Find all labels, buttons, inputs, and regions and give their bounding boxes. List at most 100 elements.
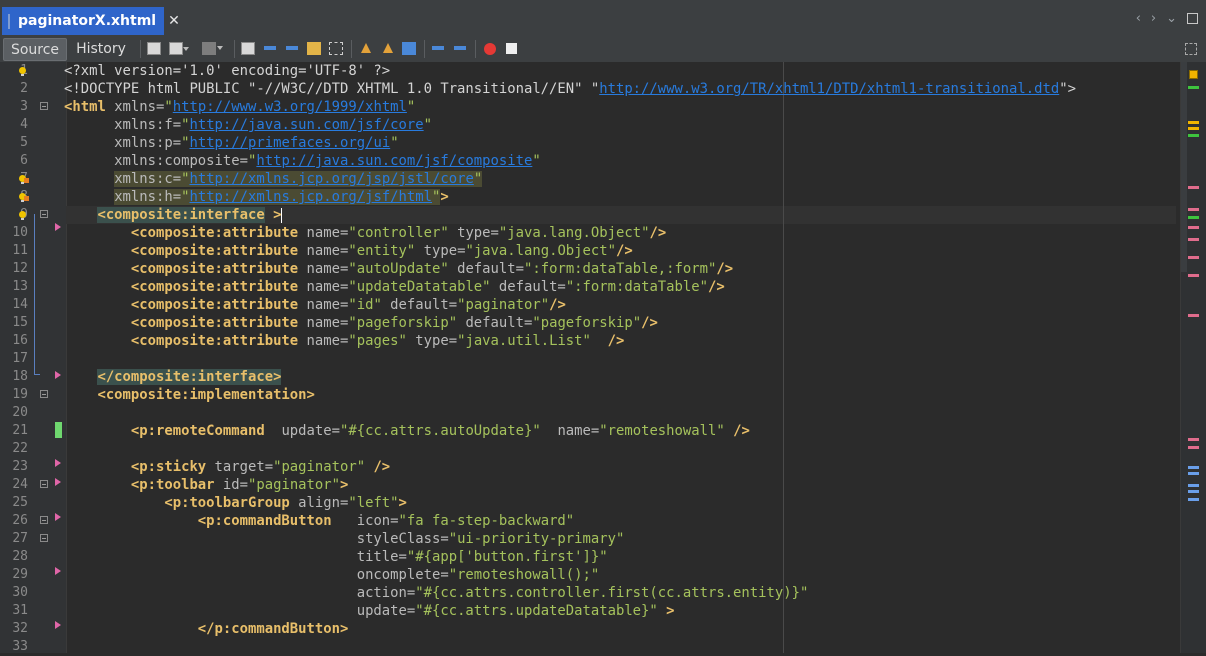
code-token: <p:remoteCommand <box>64 423 265 439</box>
occurrence-stripe-marker[interactable] <box>1188 484 1199 487</box>
find-previous-icon[interactable] <box>263 42 277 55</box>
maximize-icon[interactable] <box>1187 13 1198 24</box>
code-line[interactable]: xmlns:f="http://java.sun.com/jsf/core" <box>64 116 432 134</box>
warning-bulb-icon[interactable] <box>19 175 29 184</box>
error-stripe-marker[interactable] <box>1188 274 1199 277</box>
code-line[interactable]: styleClass="ui-priority-primary" <box>64 530 625 548</box>
error-stripe-marker[interactable] <box>1188 256 1199 259</box>
code-line[interactable]: xmlns:composite= "http://java.sun.com/jsf… <box>64 152 541 170</box>
tab-paginatorx-xhtml[interactable]: paginatorX.xhtml ✕ <box>2 7 180 35</box>
change-stripe-marker[interactable] <box>1188 134 1199 137</box>
last-edit-icon[interactable] <box>147 42 161 55</box>
error-stripe-marker[interactable] <box>1188 314 1199 317</box>
error-marker-icon[interactable] <box>55 223 61 231</box>
fold-collapse-icon[interactable] <box>40 480 48 488</box>
close-icon[interactable]: ✕ <box>168 13 180 29</box>
code-line[interactable]: <html xmlns="http://www.w3.org/1999/xhtm… <box>64 98 415 116</box>
code-line[interactable]: action="#{cc.attrs.controller.first(cc.a… <box>64 584 809 602</box>
vertical-scrollbar-thumb[interactable] <box>1181 62 1187 272</box>
error-stripe-marker[interactable] <box>1188 438 1199 441</box>
code-line[interactable]: <p:toolbarGroup align="left"> <box>64 494 407 512</box>
code-token: name= <box>298 297 349 313</box>
expand-toolbar-icon[interactable] <box>1185 43 1197 55</box>
code-line[interactable]: <composite:interface > <box>64 206 283 224</box>
fold-collapse-icon[interactable] <box>40 210 48 218</box>
shift-right-icon[interactable] <box>453 42 467 55</box>
hint-bulb-icon[interactable] <box>19 67 26 76</box>
start-macro-recording-icon[interactable] <box>484 43 496 55</box>
error-marker-icon[interactable] <box>55 371 61 379</box>
code-token: type= <box>448 225 499 241</box>
occurrence-stripe-marker[interactable] <box>1188 472 1199 475</box>
change-marker[interactable] <box>55 422 62 438</box>
occurrence-stripe-marker[interactable] <box>1188 466 1199 469</box>
code-line[interactable]: <composite:attribute name="pages" type="… <box>64 332 624 350</box>
change-stripe-marker[interactable] <box>1188 216 1199 219</box>
warning-status-icon[interactable] <box>1189 70 1198 79</box>
code-line[interactable]: xmlns:h="http://xmlns.jcp.org/jsf/html"> <box>64 188 449 206</box>
source-button[interactable]: Source <box>3 38 67 61</box>
fold-collapse-icon[interactable] <box>40 516 48 524</box>
code-line[interactable]: title="#{app['button.first']}" <box>64 548 608 566</box>
shift-left-icon[interactable] <box>431 42 445 55</box>
code-line[interactable]: <composite:implementation> <box>64 386 314 404</box>
change-stripe-marker[interactable] <box>1188 86 1199 89</box>
find-selection-icon[interactable] <box>241 42 255 55</box>
code-line[interactable]: update="#{cc.attrs.updateDatatable}" > <box>64 602 675 620</box>
code-line[interactable]: <composite:attribute name="controller" t… <box>64 224 666 242</box>
error-marker-icon[interactable] <box>55 478 61 486</box>
error-stripe-marker[interactable] <box>1188 226 1199 229</box>
error-marker-icon[interactable] <box>55 567 61 575</box>
back-icon[interactable] <box>169 42 189 55</box>
stop-macro-recording-icon[interactable] <box>506 43 517 54</box>
error-stripe-marker[interactable] <box>1188 446 1199 449</box>
chevron-right-icon[interactable]: › <box>1151 11 1156 26</box>
toggle-rectangular-selection-icon[interactable] <box>329 42 343 55</box>
code-line[interactable]: <p:toolbar id="paginator"> <box>64 476 348 494</box>
next-bookmark-icon[interactable] <box>380 42 394 55</box>
error-marker-icon[interactable] <box>55 459 61 467</box>
warning-bulb-icon[interactable] <box>19 193 29 202</box>
code-line[interactable]: <composite:attribute name="pageforskip" … <box>64 314 658 332</box>
code-line[interactable]: </composite:interface> <box>64 368 282 386</box>
code-line[interactable]: <!DOCTYPE html PUBLIC "-//W3C//DTD XHTML… <box>64 80 1076 98</box>
fold-collapse-icon[interactable] <box>40 102 48 110</box>
toggle-highlight-icon[interactable] <box>307 42 321 55</box>
error-stripe-marker[interactable] <box>1188 208 1199 211</box>
code-token: <?xml version='1.0' encoding='UTF-8' ?> <box>64 63 391 79</box>
forward-icon[interactable] <box>202 42 223 55</box>
toggle-bookmark-icon[interactable] <box>402 42 416 55</box>
code-line[interactable]: <composite:attribute name="entity" type=… <box>64 242 633 260</box>
occurrence-stripe-marker[interactable] <box>1188 490 1199 493</box>
code-token: > <box>657 603 675 619</box>
code-editor[interactable]: 1234567891011121314151617181920212223242… <box>0 62 1206 654</box>
code-line[interactable]: xmlns:c= "http://xmlns.jcp.org/jsp/jstl/c… <box>64 170 483 188</box>
code-line[interactable]: <p:remoteCommand update="#{cc.attrs.auto… <box>64 422 750 440</box>
code-line[interactable]: oncomplete="remoteshowall();" <box>64 566 600 584</box>
code-token: <composite:attribute <box>64 243 299 259</box>
code-line[interactable]: <p:sticky target="paginator" /> <box>64 458 390 476</box>
code-line[interactable]: <composite:attribute name="id" default="… <box>64 296 566 314</box>
warning-stripe-marker[interactable] <box>1188 121 1199 124</box>
fold-collapse-icon[interactable] <box>40 534 48 542</box>
history-button[interactable]: History <box>70 38 132 59</box>
warning-stripe-marker[interactable] <box>1188 127 1199 130</box>
code-token: "java.lang.Object" <box>498 225 650 241</box>
code-line[interactable]: <p:commandButton icon="fa fa-step-backwa… <box>64 512 574 530</box>
fold-collapse-icon[interactable] <box>40 390 48 398</box>
hint-bulb-icon[interactable] <box>19 211 26 220</box>
error-marker-icon[interactable] <box>55 513 61 521</box>
error-marker-icon[interactable] <box>55 621 61 629</box>
error-stripe-marker[interactable] <box>1188 186 1199 189</box>
error-stripe-marker[interactable] <box>1188 238 1199 241</box>
code-line[interactable]: <composite:attribute name="updateDatatab… <box>64 278 725 296</box>
chevron-down-icon[interactable]: ⌄ <box>1166 11 1177 26</box>
occurrence-stripe-marker[interactable] <box>1188 498 1199 501</box>
code-line[interactable]: xmlns:p="http://primefaces.org/ui" <box>64 134 398 152</box>
code-line[interactable]: </p:commandButton> <box>64 620 349 638</box>
chevron-left-icon[interactable]: ‹ <box>1136 11 1141 26</box>
code-line[interactable]: <composite:attribute name="autoUpdate" d… <box>64 260 733 278</box>
previous-bookmark-icon[interactable] <box>358 42 372 55</box>
find-next-icon[interactable] <box>285 42 299 55</box>
code-line[interactable]: <?xml version='1.0' encoding='UTF-8' ?> <box>64 62 390 80</box>
